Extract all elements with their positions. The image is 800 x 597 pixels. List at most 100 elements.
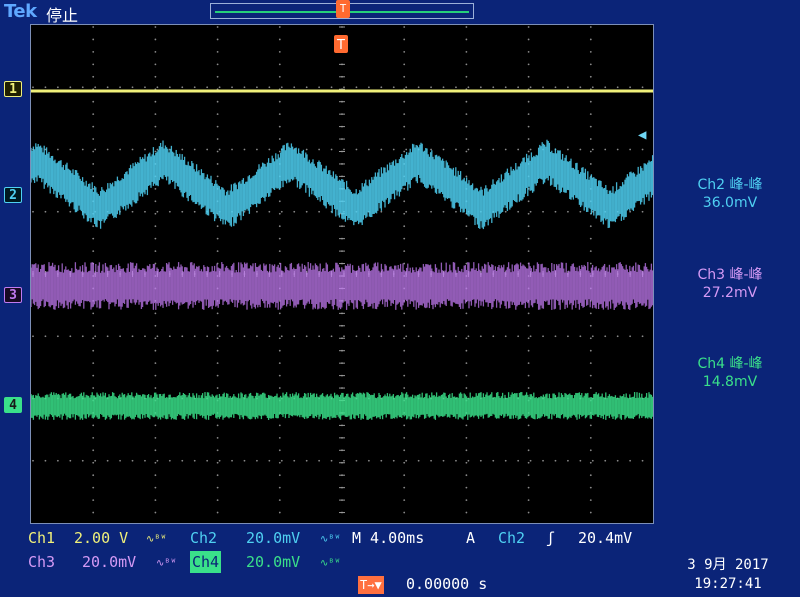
graticule-dot bbox=[154, 63, 157, 66]
graticule-dot bbox=[32, 86, 34, 89]
graticule-dot bbox=[278, 474, 281, 477]
graticule-dot bbox=[119, 335, 121, 338]
graticule-dot bbox=[92, 138, 95, 140]
trigger-mode[interactable]: A bbox=[466, 527, 475, 549]
graticule-dot bbox=[392, 210, 395, 213]
ch4-trace bbox=[31, 392, 653, 420]
graticule-dot bbox=[405, 210, 408, 213]
trigger-position-marker[interactable]: T bbox=[336, 0, 350, 18]
graticule-dot bbox=[106, 459, 109, 462]
graticule-dot bbox=[465, 138, 468, 140]
graticule-dot bbox=[32, 459, 34, 462]
graticule-dot bbox=[492, 148, 495, 151]
graticule-dot bbox=[527, 26, 530, 28]
trigger-position-value[interactable]: 0.00000 s bbox=[406, 573, 487, 595]
graticule-dot bbox=[465, 100, 468, 103]
graticule-dot bbox=[527, 424, 530, 427]
graticule-dot bbox=[527, 474, 530, 477]
graticule-dot bbox=[517, 459, 520, 462]
graticule-dot bbox=[403, 138, 406, 140]
graticule-dot bbox=[278, 362, 281, 365]
graticule-dot bbox=[156, 459, 159, 462]
ch1-marker[interactable]: 1 bbox=[4, 81, 22, 97]
graticule-dot bbox=[92, 250, 95, 253]
ch4-label[interactable]: Ch4 bbox=[190, 551, 222, 573]
graticule-dot bbox=[256, 210, 258, 213]
graticule-dot bbox=[256, 459, 258, 462]
graticule-dot bbox=[131, 210, 134, 213]
trigger-level-arrow-icon[interactable]: ◀ bbox=[638, 127, 646, 143]
graticule-dot bbox=[504, 148, 507, 151]
ch2-trace bbox=[31, 139, 653, 230]
graticule-dot bbox=[154, 250, 157, 253]
graticule-dot bbox=[154, 113, 157, 116]
ch1-label[interactable]: Ch1 bbox=[28, 527, 55, 549]
graticule-dot bbox=[403, 250, 406, 253]
ch4-scale[interactable]: 20.0mV bbox=[246, 551, 300, 573]
graticule-dot bbox=[92, 511, 95, 514]
graticule-dot bbox=[492, 335, 495, 338]
graticule-dot bbox=[154, 150, 157, 153]
graticule-dot bbox=[343, 459, 345, 462]
ch3-marker[interactable]: 3 bbox=[4, 287, 22, 303]
graticule-dot bbox=[465, 175, 468, 178]
graticule-dot bbox=[92, 150, 95, 153]
ch3-label[interactable]: Ch3 bbox=[28, 551, 55, 573]
ch3-scale[interactable]: 20.0mV bbox=[82, 551, 136, 573]
graticule-dot bbox=[517, 86, 520, 89]
graticule-dot bbox=[604, 86, 607, 89]
trigger-source[interactable]: Ch2 bbox=[498, 527, 525, 549]
ch2-scale[interactable]: 20.0mV bbox=[246, 527, 300, 549]
graticule-dot bbox=[527, 63, 530, 66]
graticule-dot bbox=[589, 51, 592, 53]
graticule-dot bbox=[527, 237, 530, 240]
graticule-dot bbox=[32, 210, 34, 213]
graticule-dot bbox=[442, 210, 445, 213]
graticule-dot bbox=[206, 86, 209, 89]
graticule-dot bbox=[442, 459, 445, 462]
graticule-dot bbox=[216, 163, 219, 165]
graticule-dot bbox=[367, 335, 370, 338]
graticule-dot bbox=[417, 86, 420, 89]
graticule-dot bbox=[403, 499, 406, 501]
graticule-dot bbox=[268, 86, 271, 89]
graticule-dot bbox=[278, 138, 281, 140]
ch2-label[interactable]: Ch2 bbox=[190, 527, 217, 549]
graticule-dot bbox=[403, 38, 406, 41]
graticule-dot bbox=[154, 51, 157, 53]
graticule-dot bbox=[154, 225, 157, 228]
measurement-value: 27.2mV bbox=[702, 285, 758, 301]
waveform-display[interactable]: T bbox=[30, 24, 654, 524]
trigger-position-icon[interactable]: T→▼ bbox=[358, 576, 384, 594]
graticule-dot bbox=[641, 86, 644, 89]
graticule-dot bbox=[216, 51, 219, 53]
ch1-scale[interactable]: 2.00 V bbox=[74, 527, 128, 549]
graticule-dot bbox=[81, 148, 84, 151]
graticule-dot bbox=[94, 148, 97, 151]
graticule-dot bbox=[92, 225, 95, 228]
graticule-dot bbox=[465, 163, 468, 165]
graticule-dot bbox=[492, 86, 495, 89]
graticule-dot bbox=[92, 100, 95, 103]
graticule-dot bbox=[579, 148, 582, 151]
graticule-dot bbox=[156, 335, 159, 338]
graticule-dot bbox=[154, 200, 157, 203]
ch4-marker[interactable]: 4 bbox=[4, 397, 22, 413]
graticule-dot bbox=[181, 148, 184, 151]
graticule-dot bbox=[278, 499, 281, 501]
graticule-dot bbox=[193, 86, 196, 89]
graticule-dot bbox=[92, 113, 95, 116]
graticule-dot bbox=[106, 148, 109, 151]
graticule-dot bbox=[504, 459, 507, 462]
ch2-marker[interactable]: 2 bbox=[4, 187, 22, 203]
trigger-level[interactable]: 20.4mV bbox=[578, 527, 632, 549]
graticule-dot bbox=[403, 387, 406, 389]
graticule-dot bbox=[641, 459, 644, 462]
timebase[interactable]: M 4.00ms bbox=[352, 527, 424, 549]
trigger-slope-icon[interactable]: ʃ bbox=[546, 527, 555, 549]
graticule-dot bbox=[579, 459, 582, 462]
graticule-dot bbox=[567, 210, 569, 213]
graticule-dot bbox=[579, 335, 582, 338]
graticule-dot bbox=[144, 148, 146, 151]
graticule-dot bbox=[231, 148, 233, 151]
